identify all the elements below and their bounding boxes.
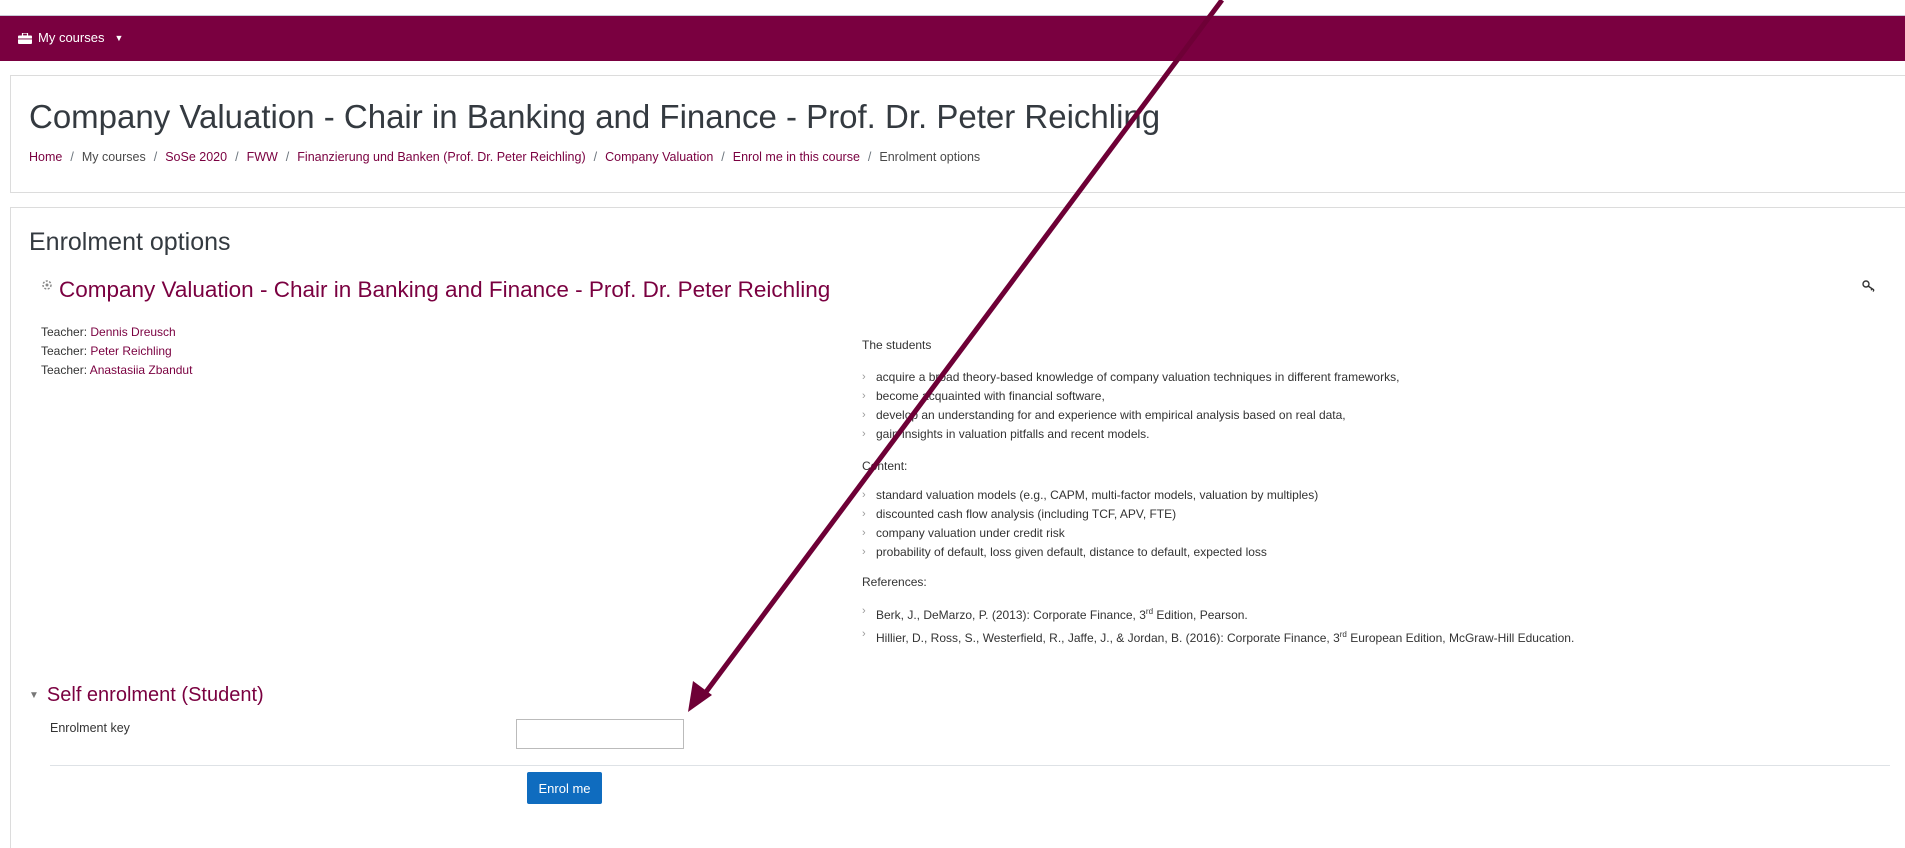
teacher-role: Teacher: bbox=[41, 363, 90, 377]
breadcrumb-separator: / bbox=[867, 150, 872, 164]
enrolment-key-label: Enrolment key bbox=[50, 721, 130, 735]
teacher-list: Teacher: Dennis Dreusch Teacher: Peter Re… bbox=[41, 323, 192, 380]
course-name: Company Valuation - Chair in Banking and… bbox=[59, 277, 831, 302]
teacher-name-link[interactable]: Dennis Dreusch bbox=[90, 325, 175, 339]
list-item: Berk, J., DeMarzo, P. (2013): Corporate … bbox=[862, 602, 1762, 625]
self-enrolment-toggle[interactable]: ▼ Self enrolment (Student) bbox=[29, 684, 264, 707]
list-item: become acquainted with financial softwar… bbox=[862, 387, 1399, 406]
collapse-triangle-icon: ▼ bbox=[29, 690, 39, 701]
breadcrumb-item[interactable]: FWW bbox=[247, 150, 278, 164]
list-item: company valuation under credit risk bbox=[862, 524, 1318, 543]
breadcrumb-item[interactable]: SoSe 2020 bbox=[165, 150, 227, 164]
breadcrumb-item[interactable]: Enrol me in this course bbox=[733, 150, 860, 164]
section-title: Enrolment options bbox=[29, 228, 231, 256]
key-icon bbox=[1862, 279, 1876, 297]
course-link[interactable]: Company Valuation - Chair in Banking and… bbox=[41, 277, 830, 303]
breadcrumb-item[interactable]: Finanzierung und Banken (Prof. Dr. Peter… bbox=[297, 150, 585, 164]
list-item: develop an understanding for and experie… bbox=[862, 406, 1399, 425]
references-heading: References: bbox=[862, 575, 927, 589]
breadcrumb-separator: / bbox=[153, 150, 158, 164]
list-item: acquire a broad theory-based knowledge o… bbox=[862, 368, 1399, 387]
navbar: My courses ▼ bbox=[0, 16, 1905, 61]
breadcrumb: Home / My courses / SoSe 2020 / FWW / Finanzieru… bbox=[29, 150, 980, 164]
main-content: Enrolment options Company Valuation - Ch… bbox=[10, 207, 1905, 848]
self-enrolment-title: Self enrolment (Student) bbox=[46, 684, 264, 706]
content-list: standard valuation models (e.g., CAPM, m… bbox=[862, 486, 1318, 562]
list-item: probability of default, loss given defau… bbox=[862, 543, 1318, 562]
teacher-row: Teacher: Anastasiia Zbandut bbox=[41, 361, 192, 380]
page-header: Company Valuation - Chair in Banking and… bbox=[10, 75, 1905, 193]
briefcase-icon bbox=[18, 32, 32, 44]
list-item: standard valuation models (e.g., CAPM, m… bbox=[862, 486, 1318, 505]
teacher-role: Teacher: bbox=[41, 344, 91, 358]
caret-down-icon: ▼ bbox=[114, 32, 124, 43]
teacher-name-link[interactable]: Anastasiia Zbandut bbox=[90, 363, 193, 377]
breadcrumb-separator: / bbox=[235, 150, 239, 164]
teacher-role: Teacher: bbox=[41, 325, 91, 339]
enrol-me-button[interactable]: Enrol me bbox=[527, 772, 602, 804]
breadcrumb-separator: / bbox=[70, 150, 74, 164]
page-title: Company Valuation - Chair in Banking and… bbox=[29, 98, 1161, 135]
enrolment-key-input[interactable] bbox=[516, 719, 684, 749]
breadcrumb-item: Enrolment options bbox=[879, 150, 981, 164]
teacher-name-link[interactable]: Peter Reichling bbox=[90, 344, 171, 358]
breadcrumb-item[interactable]: Home bbox=[29, 150, 62, 164]
breadcrumb-item: My courses bbox=[81, 150, 146, 164]
summary-intro: The students bbox=[862, 338, 932, 352]
breadcrumb-separator: / bbox=[285, 150, 290, 164]
outcomes-list: acquire a broad theory-based knowledge o… bbox=[862, 368, 1399, 444]
breadcrumb-item[interactable]: Company Valuation bbox=[605, 150, 713, 164]
breadcrumb-separator: / bbox=[721, 150, 725, 164]
references-list: Berk, J., DeMarzo, P. (2013): Corporate … bbox=[862, 602, 1762, 648]
my-courses-menu[interactable]: My courses ▼ bbox=[18, 30, 123, 45]
list-item: Hillier, D., Ross, S., Westerfield, R., … bbox=[862, 625, 1762, 648]
course-icon bbox=[42, 280, 52, 290]
list-item: gain insights in valuation pitfalls and … bbox=[862, 425, 1399, 444]
divider bbox=[50, 765, 1890, 766]
breadcrumb-separator: / bbox=[593, 150, 598, 164]
teacher-row: Teacher: Peter Reichling bbox=[41, 342, 192, 361]
content-heading: Content: bbox=[862, 459, 908, 473]
list-item: discounted cash flow analysis (including… bbox=[862, 505, 1318, 524]
teacher-row: Teacher: Dennis Dreusch bbox=[41, 323, 192, 342]
top-edge bbox=[0, 0, 1905, 16]
my-courses-label: My courses bbox=[38, 30, 105, 45]
